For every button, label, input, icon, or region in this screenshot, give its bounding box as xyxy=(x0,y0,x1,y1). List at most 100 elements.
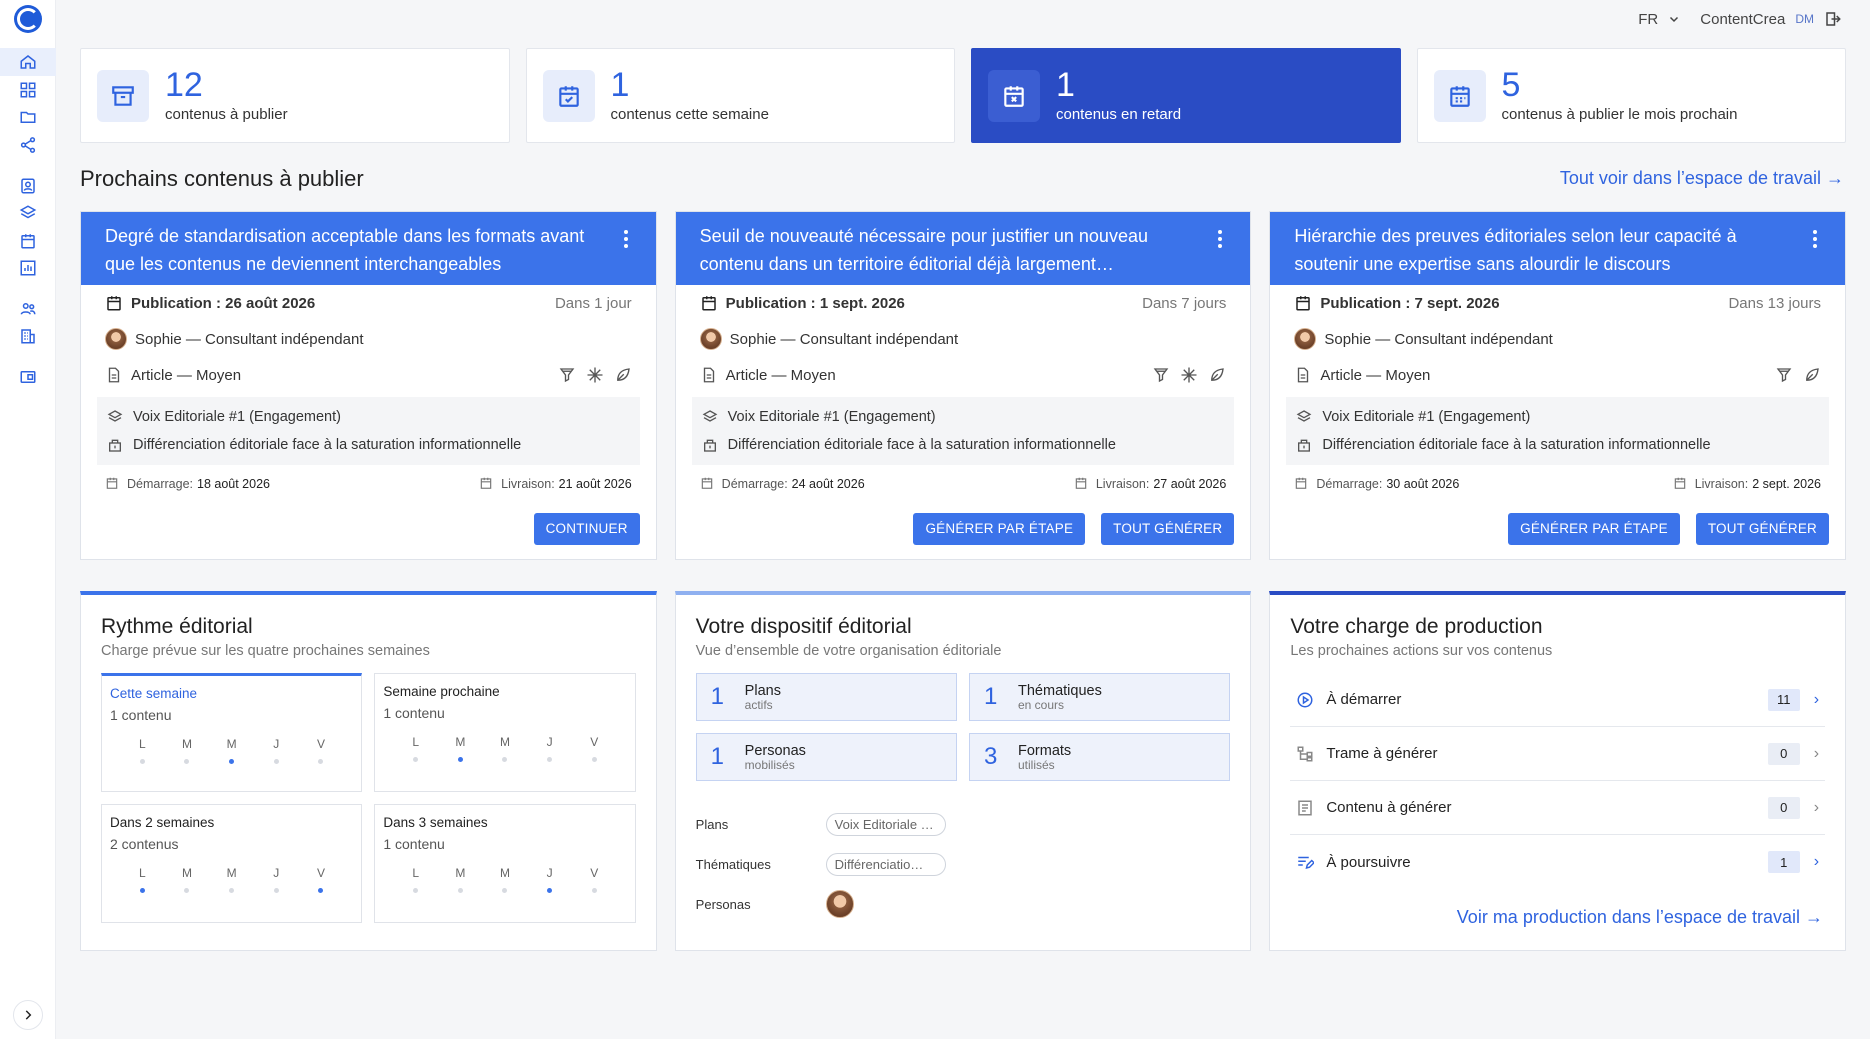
day-label: M xyxy=(455,866,466,880)
snowflake-icon[interactable] xyxy=(1180,366,1198,384)
plan-chip[interactable]: Voix Editoriale … xyxy=(825,812,946,836)
day-dot xyxy=(502,888,508,893)
package-icon xyxy=(1298,439,1311,452)
see-all-label: Tout voir dans l’espace de travail xyxy=(1559,168,1821,188)
avatar[interactable] xyxy=(825,890,854,918)
delivery-label: Livraison: xyxy=(1095,476,1150,491)
week-card[interactable]: Cette semaine 1 contenu L M M J V xyxy=(101,673,363,792)
stat-card-next-month[interactable]: 5 contenus à publier le mois prochain xyxy=(1416,48,1846,143)
funnel-icon[interactable] xyxy=(558,366,576,384)
themes-label: Thématiques xyxy=(695,856,771,872)
package-icon xyxy=(109,439,121,452)
week-title: Cette semaine xyxy=(110,686,198,701)
generate-all-button[interactable]: TOUT GÉNÉRER xyxy=(1101,513,1235,545)
content-card[interactable]: Hiérarchie des preuves éditoriales selon… xyxy=(1269,211,1847,560)
content-card[interactable]: Degré de standardisation acceptable dans… xyxy=(80,211,657,560)
publication-row: Publication : 1 sept. 2026 Dans 7 jours xyxy=(676,285,1251,321)
prod-count: 0 xyxy=(1767,742,1800,765)
workspace-name[interactable]: ContentCrea xyxy=(1700,11,1785,28)
snowflake-icon[interactable] xyxy=(586,366,604,384)
home-icon[interactable] xyxy=(0,48,56,76)
building-icon[interactable] xyxy=(0,322,56,350)
day-label: J xyxy=(273,737,280,751)
continue-button[interactable]: CONTINUER xyxy=(533,513,640,545)
time-remaining: Dans 13 jours xyxy=(1728,294,1822,312)
prod-label: À démarrer xyxy=(1326,691,1402,708)
generate-all-button[interactable]: TOUT GÉNÉRER xyxy=(1695,513,1830,545)
personas-row: Personas xyxy=(696,890,1231,918)
day-label: J xyxy=(546,866,553,880)
avatar xyxy=(699,328,722,350)
more-options-icon[interactable] xyxy=(1218,230,1223,251)
tile-label: Thématiques xyxy=(1018,682,1102,699)
theme-chip[interactable]: Différenciatio… xyxy=(825,852,946,876)
week-title: Dans 2 semaines xyxy=(110,815,215,830)
team-icon[interactable] xyxy=(0,295,56,323)
upcoming-cards: Degré de standardisation acceptable dans… xyxy=(80,211,1847,560)
panel-title: Votre dispositif éditorial xyxy=(695,615,912,638)
stat-label: contenus cette semaine xyxy=(610,106,769,123)
generate-step-button[interactable]: GÉNÉRER PAR ÉTAPE xyxy=(913,513,1086,545)
publication-date: Publication : 26 août 2026 xyxy=(131,294,316,312)
analytics-icon[interactable] xyxy=(0,254,56,282)
stat-card-late[interactable]: 1 contenus en retard xyxy=(971,48,1401,143)
folder-icon[interactable] xyxy=(0,103,56,131)
card-title: Hiérarchie des preuves éditoriales selon… xyxy=(1294,226,1737,274)
funnel-icon[interactable] xyxy=(1775,366,1793,384)
logout-icon[interactable] xyxy=(1824,10,1842,28)
week-count: 2 contenus xyxy=(110,836,179,852)
dashboard-icon[interactable] xyxy=(0,76,56,104)
production-link[interactable]: Voir ma production dans l’espace de trav… xyxy=(1457,907,1823,928)
day-label: L xyxy=(138,866,146,880)
time-remaining: Dans 7 jours xyxy=(1142,294,1227,312)
more-options-icon[interactable] xyxy=(623,230,628,251)
prod-row-outline[interactable]: Trame à générer 0 › xyxy=(1290,727,1826,781)
tile-personas[interactable]: 1 Personas mobilisés xyxy=(695,733,957,781)
day-label: V xyxy=(316,737,325,751)
topbar: FR ContentCrea DM xyxy=(1638,8,1842,30)
leaf-icon[interactable] xyxy=(614,366,632,384)
start-label: Démarrage: xyxy=(721,476,788,491)
tile-formats[interactable]: 3 Formats utilisés xyxy=(969,733,1231,781)
weeks-grid: Cette semaine 1 contenu L M M J V Semaine proch… xyxy=(101,673,636,923)
day-column: M xyxy=(222,737,242,764)
stats-row: 12 contenus à publier 1 contenus cette s… xyxy=(80,48,1846,143)
stat-card-to-publish[interactable]: 12 contenus à publier xyxy=(80,48,510,143)
stat-card-this-week[interactable]: 1 contenus cette semaine xyxy=(525,48,955,143)
chevron-down-icon[interactable] xyxy=(1668,13,1680,25)
prod-row-continue[interactable]: À poursuivre 1 › xyxy=(1290,835,1825,889)
day-column: L xyxy=(406,866,426,893)
arrow-right-icon: → xyxy=(1826,168,1844,188)
week-card[interactable]: Dans 3 semaines 1 contenu L M M J V xyxy=(374,804,636,923)
author-row: Sophie — Consultant indépendant xyxy=(676,321,1251,357)
layers-icon xyxy=(1296,410,1312,422)
share-icon[interactable] xyxy=(0,131,56,159)
author-name: Sophie — Consultant indépendant xyxy=(729,330,959,348)
language-selector[interactable]: FR xyxy=(1638,11,1658,28)
dispositif-tiles: 1 Plans actifs 1 Thématiques en cours 1 Perso… xyxy=(695,673,1231,781)
prod-row-content[interactable]: Contenu à générer 0 › xyxy=(1290,781,1826,835)
more-options-icon[interactable] xyxy=(1813,230,1818,251)
funnel-icon[interactable] xyxy=(1152,366,1170,384)
calendar-x-icon xyxy=(988,69,1040,122)
tile-themes[interactable]: 1 Thématiques en cours xyxy=(969,673,1231,721)
day-dot xyxy=(502,757,508,762)
leaf-icon[interactable] xyxy=(1803,366,1821,384)
expand-sidebar-button[interactable] xyxy=(13,1000,43,1030)
layers-icon[interactable] xyxy=(0,199,56,227)
tile-sub: actifs xyxy=(744,697,773,712)
leaf-icon[interactable] xyxy=(1208,366,1226,384)
content-card[interactable]: Seuil de nouveauté nécessaire pour justi… xyxy=(674,211,1252,560)
calendar-icon[interactable] xyxy=(0,227,56,255)
app-logo[interactable] xyxy=(14,5,42,33)
generate-step-button[interactable]: GÉNÉRER PAR ÉTAPE xyxy=(1508,513,1680,545)
tile-plans[interactable]: 1 Plans actifs xyxy=(695,673,957,721)
persona-icon[interactable] xyxy=(0,172,56,200)
user-initials[interactable]: DM xyxy=(1795,12,1814,26)
billing-icon[interactable] xyxy=(0,363,56,391)
see-all-link[interactable]: Tout voir dans l’espace de travail → xyxy=(1560,168,1844,189)
day-dot xyxy=(413,888,419,893)
week-card[interactable]: Semaine prochaine 1 contenu L M M J V xyxy=(374,673,636,792)
prod-row-to-start[interactable]: À démarrer 11 › xyxy=(1290,673,1826,727)
week-card[interactable]: Dans 2 semaines 2 contenus L M M J V xyxy=(101,804,363,923)
